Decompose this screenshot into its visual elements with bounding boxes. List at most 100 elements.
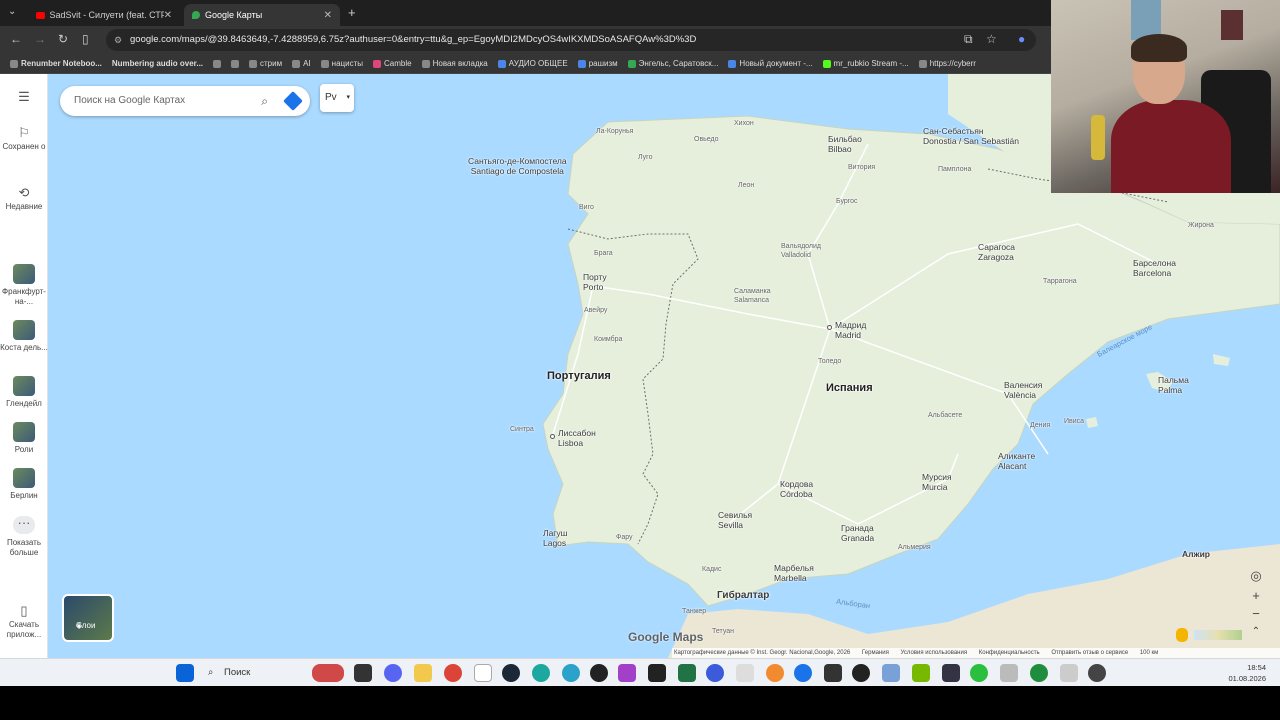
sidebar-item-show-more[interactable]: ··· Показать больше — [0, 516, 48, 558]
city-label[interactable]: Саламанка Salamanca — [734, 287, 771, 305]
city-label[interactable]: Вальядолид Valladolid — [781, 242, 821, 260]
pegman-icon[interactable] — [1176, 628, 1188, 642]
expand-button[interactable]: ⌃ — [1246, 626, 1266, 637]
city-label[interactable]: Лагуш Lagos — [543, 528, 567, 548]
close-icon[interactable]: ✕ — [324, 10, 332, 21]
bookmark-item[interactable]: https://cyberr — [918, 59, 976, 68]
city-label[interactable]: Сантьяго-де-Компостела Santiago de Compos… — [468, 156, 567, 176]
city-label[interactable]: Пальма Palma — [1158, 375, 1189, 395]
address-bar[interactable]: ⚙ google.com/maps/@39.8463649,-7.4288959… — [106, 29, 1036, 51]
sidebar-item-costa[interactable]: Коста дель... — [0, 320, 48, 353]
region-link[interactable]: Германия — [862, 650, 889, 656]
nvidia-icon[interactable] — [912, 664, 930, 682]
filter-chip[interactable]: Рv ▾ — [320, 84, 354, 112]
app-icon[interactable] — [1000, 664, 1018, 682]
excel-icon[interactable] — [678, 664, 696, 682]
city-label[interactable]: Аликанте Alacant — [998, 451, 1035, 471]
site-info-icon[interactable]: ⚙ — [114, 29, 122, 51]
app-icon[interactable] — [766, 664, 784, 682]
city-label[interactable]: Мадрид Madrid — [835, 320, 866, 340]
discord-icon[interactable] — [384, 664, 402, 682]
tab-google-maps[interactable]: Google Карты ✕ — [184, 4, 340, 26]
star-icon[interactable]: ☆ — [986, 32, 997, 46]
system-clock[interactable]: 18:54 01.08.2026 — [1228, 662, 1266, 684]
layers-button[interactable]: ◈ Слои — [62, 594, 114, 642]
app-icon[interactable] — [354, 664, 372, 682]
chrome-icon[interactable] — [444, 664, 462, 682]
bookmark-item[interactable]: mr_rubkio Stream -... — [822, 59, 909, 68]
city-label[interactable]: Кордова Córdoba — [780, 479, 813, 499]
bookmark-item[interactable]: Энгельс, Саратовск... — [627, 59, 718, 68]
bookmark-item[interactable]: Camble — [373, 59, 412, 68]
directions-icon[interactable] — [283, 91, 303, 111]
city-label[interactable]: Сарагоса Zaragoza — [978, 242, 1015, 262]
bookmark-item[interactable]: Новый документ -... — [728, 59, 813, 68]
city-label[interactable]: Мурсия Murcia — [922, 472, 952, 492]
bookmark-item[interactable]: Новая вкладка — [421, 59, 488, 68]
app-icon[interactable] — [618, 664, 636, 682]
back-icon[interactable]: ← — [10, 32, 22, 46]
forward-icon[interactable]: → — [34, 32, 46, 46]
city-label[interactable]: Бильбао Bilbao — [828, 134, 862, 154]
bookmark-item[interactable]: Numbering audio over... — [112, 59, 203, 68]
city-label[interactable]: Валенсия València — [1004, 380, 1042, 400]
new-tab-icon[interactable]: + — [348, 5, 356, 20]
menu-button[interactable]: ☰ — [0, 90, 48, 106]
close-icon[interactable]: ✕ — [164, 10, 172, 21]
taskbar-search[interactable]: ⌕ Поиск — [202, 664, 302, 682]
sidebar-item-roli[interactable]: Роли — [0, 422, 48, 455]
sidebar-item-frankfurt[interactable]: Франкфурт-на-... — [0, 264, 48, 307]
app-icon[interactable] — [882, 664, 900, 682]
zoom-in-button[interactable]: + — [1246, 588, 1266, 603]
app-icon[interactable] — [562, 664, 580, 682]
app-icon[interactable] — [1030, 664, 1048, 682]
install-icon[interactable]: ⧉ — [964, 32, 973, 47]
app-icon[interactable] — [794, 664, 812, 682]
widget-icon[interactable] — [312, 664, 344, 682]
feedback-link[interactable]: Отправить отзыв о сервисе — [1051, 650, 1128, 656]
city-label[interactable]: Сан-Себастьян Donostia / San Sebastián — [923, 126, 1019, 146]
sidebar-item-recent[interactable]: ⟲ Недавние — [0, 186, 48, 212]
folder-icon[interactable] — [414, 664, 432, 682]
sidebar-item-saved[interactable]: ⚐ Сохранен о — [0, 126, 48, 152]
bookmark-item[interactable]: Renumber Noteboo... — [10, 59, 102, 68]
terminal-icon[interactable] — [648, 664, 666, 682]
steam-icon[interactable] — [502, 664, 520, 682]
notepad-icon[interactable] — [474, 664, 492, 682]
sidebar-item-berlin[interactable]: Берлин — [0, 468, 48, 501]
app-icon[interactable] — [736, 664, 754, 682]
sidepanel-icon[interactable]: ▯ — [82, 32, 89, 46]
search-icon[interactable]: ⌕ — [261, 86, 268, 116]
bookmark-folder[interactable]: стрим — [249, 59, 282, 68]
sidebar-item-glendale[interactable]: Глендейл — [0, 376, 48, 409]
city-label[interactable]: Марбелья Marbella — [774, 563, 814, 583]
city-label[interactable]: Барселона Barcelona — [1133, 258, 1176, 278]
bookmark-folder[interactable]: нацисты — [320, 59, 363, 68]
windows-start-icon[interactable] — [176, 664, 194, 682]
sidebar-item-download-app[interactable]: ▯ Скачать прилож... — [0, 604, 48, 640]
bookmark-item[interactable] — [213, 59, 222, 68]
city-label[interactable]: Гранада Granada — [841, 523, 874, 543]
app-icon[interactable] — [532, 664, 550, 682]
search-box[interactable]: Поиск на Google Картах ⌕ — [60, 86, 310, 116]
bookmark-folder[interactable]: AI — [292, 59, 311, 68]
city-label[interactable]: Лиссабон Lisboa — [558, 428, 596, 448]
city-label[interactable]: Порту Porto — [583, 272, 607, 292]
app-icon[interactable] — [970, 664, 988, 682]
bookmark-item[interactable] — [231, 59, 240, 68]
app-icon[interactable] — [942, 664, 960, 682]
tab-search-icon[interactable]: ⌄ — [8, 6, 16, 17]
app-icon[interactable] — [706, 664, 724, 682]
tab-youtube[interactable]: SadSvit - Силуети (feat. СТРУКТ ✕ — [28, 4, 180, 26]
privacy-link[interactable]: Конфиденциальность — [979, 650, 1040, 656]
reload-icon[interactable]: ↻ — [58, 32, 68, 46]
city-label[interactable]: Севилья Sevilla — [718, 510, 752, 530]
obs-icon[interactable] — [590, 664, 608, 682]
my-location-button[interactable]: ◎ — [1246, 568, 1266, 584]
app-icon[interactable] — [1060, 664, 1078, 682]
bookmark-item[interactable]: рашизм — [577, 59, 618, 68]
app-icon[interactable] — [1088, 664, 1106, 682]
extension-icon[interactable]: ● — [1018, 32, 1025, 46]
chatgpt-icon[interactable] — [852, 664, 870, 682]
zoom-out-button[interactable]: − — [1246, 606, 1266, 621]
